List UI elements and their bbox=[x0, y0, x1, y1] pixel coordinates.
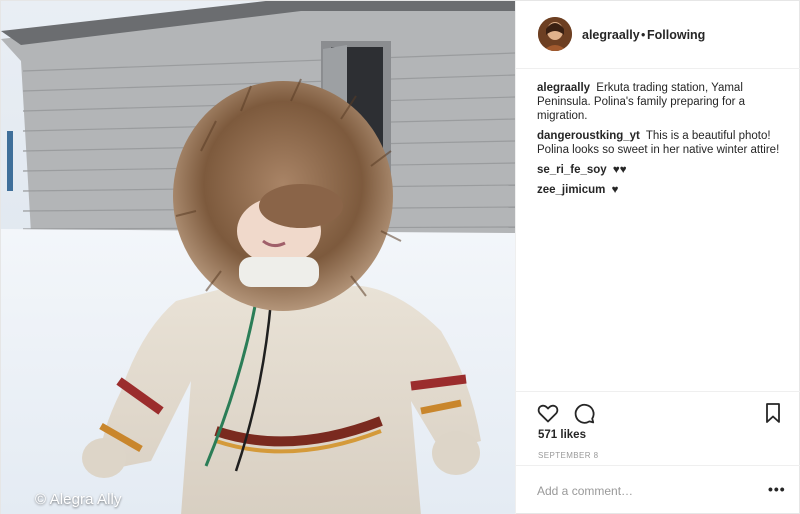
header-username[interactable]: alegraally bbox=[582, 28, 640, 42]
comment-username[interactable]: alegraally bbox=[537, 82, 590, 94]
comment-text: ♥ bbox=[611, 184, 619, 196]
add-comment-input[interactable] bbox=[537, 482, 737, 500]
header-separator: • bbox=[641, 28, 646, 42]
comment-item: dangeroustking_yt This is a beautiful ph… bbox=[537, 129, 787, 157]
post-photo[interactable]: © Alegra Ally bbox=[1, 1, 515, 514]
photo-watermark: © Alegra Ally bbox=[35, 491, 122, 508]
comment-username[interactable]: se_ri_fe_soy bbox=[537, 164, 607, 176]
post-date: SEPTEMBER 8 bbox=[538, 451, 599, 460]
photo-illustration bbox=[1, 1, 515, 514]
avatar-image bbox=[538, 17, 572, 51]
comment-item: alegraally Erkuta trading station, Yamal… bbox=[537, 81, 787, 123]
comment-item: se_ri_fe_soy ♥♥ bbox=[537, 163, 787, 177]
bookmark-icon[interactable] bbox=[762, 401, 784, 425]
more-options-icon[interactable]: ••• bbox=[768, 482, 786, 498]
add-comment-bar: ••• bbox=[516, 465, 800, 514]
comment-text: ♥♥ bbox=[612, 164, 627, 176]
avatar[interactable] bbox=[538, 17, 572, 51]
comments-list: alegraally Erkuta trading station, Yamal… bbox=[537, 81, 787, 203]
post-actions: 571 likes SEPTEMBER 8 bbox=[516, 391, 800, 475]
post-header: alegraally • Following bbox=[516, 1, 800, 69]
comment-item: zee_jimicum ♥ bbox=[537, 183, 787, 197]
speech-bubble-icon[interactable] bbox=[572, 401, 596, 425]
following-button[interactable]: Following bbox=[647, 28, 705, 42]
comment-username[interactable]: dangeroustking_yt bbox=[537, 130, 640, 142]
heart-icon[interactable] bbox=[536, 401, 560, 425]
likes-count[interactable]: 571 likes bbox=[538, 429, 586, 441]
comment-username[interactable]: zee_jimicum bbox=[537, 184, 605, 196]
instagram-post: © Alegra Ally alegraally • Following ale… bbox=[0, 0, 800, 514]
post-side-panel: alegraally • Following alegraally Erkuta… bbox=[515, 1, 800, 514]
